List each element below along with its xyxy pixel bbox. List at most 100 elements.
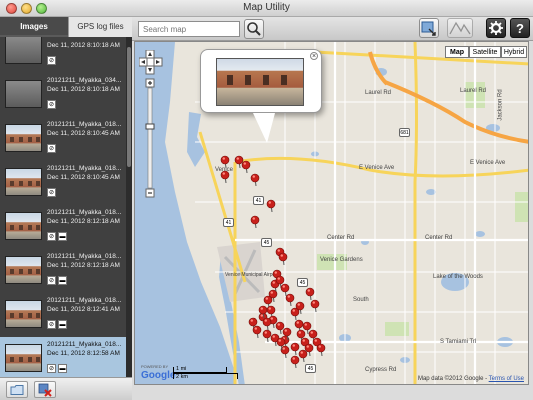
window-title: Map Utility — [243, 2, 290, 13]
camera-icon: ▬ — [58, 320, 67, 329]
scale-label-mi: 1 mi — [176, 366, 187, 372]
geotag-link-icon: ⊘ — [47, 276, 56, 285]
zoom-slider-track[interactable] — [147, 87, 153, 189]
remove-location-icon — [38, 383, 52, 397]
photo-location-marker[interactable] — [220, 155, 230, 169]
geotag-link-icon: ⊘ — [47, 320, 56, 329]
image-thumbnail — [5, 344, 42, 372]
photo-location-marker[interactable] — [250, 215, 260, 229]
pan-zoom-control — [138, 49, 163, 198]
tab-images[interactable]: Images — [0, 17, 68, 37]
sidebar-tabs: Images GPS log files — [0, 17, 132, 37]
map-type-satellite-button[interactable]: Satellite — [469, 46, 501, 58]
image-filename: 20121211_Myakka_018... — [47, 297, 122, 304]
photo-location-marker[interactable] — [250, 173, 260, 187]
geotag-link-icon: ⊘ — [47, 188, 56, 197]
image-list-item[interactable]: 20121211_Myakka_018... Dec 11, 2012 8:12:… — [0, 249, 126, 295]
map-toolbar: ? — [132, 17, 533, 41]
image-sidebar: Images GPS log files Dec 11, 2012 8:10:1… — [0, 17, 132, 389]
image-thumbnail — [5, 256, 42, 284]
help-button[interactable]: ? — [510, 18, 530, 38]
image-thumbnail — [5, 168, 42, 196]
search-button[interactable] — [244, 19, 264, 39]
image-thumbnail — [5, 212, 42, 240]
map-type-map-button[interactable]: Map — [445, 46, 469, 58]
locate-map-icon — [421, 21, 436, 36]
image-list[interactable]: Dec 11, 2012 8:10:18 AM ⊘ 20121211_Myakka_… — [0, 37, 126, 389]
search-map-input[interactable] — [138, 21, 240, 37]
geotag-link-icon: ⊘ — [47, 232, 56, 241]
image-list-item[interactable]: 20121211_Myakka_018... Dec 11, 2012 8:10:… — [0, 117, 126, 163]
image-filename: 20121211_Myakka_018... — [47, 341, 122, 348]
photo-markers-layer — [220, 155, 326, 369]
map-scale: 1 mi 2 km — [173, 363, 243, 381]
photo-location-marker[interactable] — [278, 252, 288, 266]
map-attribution: Map data ©2012 Google - Terms of Use — [418, 376, 524, 382]
geotag-link-icon: ⊘ — [47, 144, 56, 153]
add-folder-button[interactable] — [6, 381, 28, 398]
photo-location-marker[interactable] — [262, 317, 272, 331]
pan-center-button[interactable] — [146, 57, 155, 67]
image-list-item[interactable]: 20121211_Myakka_018... Dec 11, 2012 8:12:… — [0, 205, 126, 251]
image-list-item[interactable]: 20121211_Myakka_034... Dec 11, 2012 8:10:… — [0, 73, 126, 119]
image-list-item[interactable]: 20121211_Myakka_018... Dec 11, 2012 8:12:… — [0, 293, 126, 339]
camera-icon: ▬ — [58, 232, 67, 241]
folder-icon — [10, 385, 24, 395]
image-filename: 20121211_Myakka_018... — [47, 121, 122, 128]
app-window: Map Utility Images GPS log files Dec 11,… — [0, 0, 533, 400]
photo-location-marker[interactable] — [310, 299, 320, 313]
photo-location-marker[interactable] — [252, 325, 262, 339]
image-list-item[interactable]: 20121211_Myakka_018... Dec 11, 2012 8:10:… — [0, 161, 126, 207]
image-thumbnail — [5, 300, 42, 328]
terms-of-use-link[interactable]: Terms of Use — [489, 376, 524, 382]
settings-button[interactable] — [486, 18, 506, 38]
photo-preview[interactable] — [216, 58, 304, 106]
image-filename: 20121211_Myakka_018... — [47, 165, 122, 172]
photo-location-marker[interactable] — [220, 170, 230, 184]
image-thumbnail — [5, 80, 42, 108]
image-timestamp: Dec 11, 2012 8:12:18 AM — [47, 262, 120, 269]
google-logo-text: Google — [141, 370, 176, 381]
map-view[interactable]: Venice Venice Gardens Venice Municipal A… — [134, 41, 529, 385]
search-icon — [247, 22, 261, 36]
track-log-button[interactable] — [447, 18, 473, 38]
camera-icon: ▬ — [58, 276, 67, 285]
camera-icon: ▬ — [58, 364, 67, 373]
scrollbar-thumb[interactable] — [127, 47, 131, 167]
image-list-item[interactable]: Dec 11, 2012 8:10:18 AM ⊘ — [0, 37, 126, 75]
scale-label-km: 2 km — [176, 374, 188, 380]
image-thumbnail — [5, 124, 42, 152]
title-bar: Map Utility — [0, 0, 533, 17]
google-logo: Google — [141, 370, 175, 381]
photo-location-marker[interactable] — [290, 307, 300, 321]
geotag-link-icon: ⊘ — [47, 364, 56, 373]
photo-location-marker[interactable] — [290, 342, 300, 356]
tab-gps-log-files[interactable]: GPS log files — [68, 17, 132, 37]
photo-location-marker[interactable] — [298, 349, 308, 363]
image-timestamp: Dec 11, 2012 8:10:18 AM — [47, 86, 120, 93]
image-timestamp: Dec 11, 2012 8:10:45 AM — [47, 130, 120, 137]
photo-location-marker[interactable] — [285, 293, 295, 307]
track-path-icon — [449, 21, 471, 35]
photo-location-marker[interactable] — [280, 283, 290, 297]
photo-location-marker[interactable] — [305, 287, 315, 301]
photo-location-marker[interactable] — [241, 160, 251, 174]
map-navigation-control — [138, 49, 163, 200]
image-timestamp: Dec 11, 2012 8:12:18 AM — [47, 218, 120, 225]
image-thumbnail — [5, 37, 42, 64]
close-icon[interactable]: × — [310, 52, 318, 60]
gear-icon — [489, 21, 503, 35]
zoom-slider-handle[interactable] — [145, 123, 155, 130]
map-type-hybrid-button[interactable]: Hybrid — [501, 46, 527, 58]
photo-location-marker[interactable] — [290, 355, 300, 369]
image-filename: 20121211_Myakka_018... — [47, 253, 122, 260]
photo-location-marker[interactable] — [234, 155, 244, 169]
photo-location-marker[interactable] — [262, 329, 272, 343]
photo-location-marker[interactable] — [266, 199, 276, 213]
attribution-text: Map data ©2012 Google - — [417, 376, 489, 382]
image-list-scrollbar[interactable] — [126, 37, 132, 389]
powered-by-label: POWERED BY — [141, 364, 169, 369]
photo-location-marker[interactable] — [316, 343, 326, 357]
locate-button[interactable] — [419, 18, 439, 38]
remove-image-button[interactable] — [34, 381, 56, 398]
